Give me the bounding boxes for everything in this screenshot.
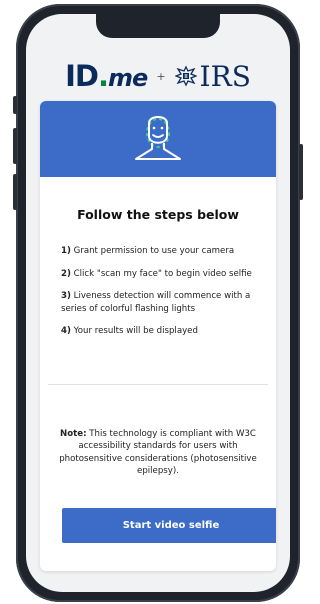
step-number: 3) — [61, 291, 71, 301]
logo-header: ID.me + IRS — [26, 58, 290, 94]
note-text: This technology is compliant with W3C ac… — [59, 428, 257, 477]
step-number: 1) — [61, 246, 71, 256]
phone-screen: ID.me + IRS Follow the steps below 1) Gr… — [26, 14, 290, 592]
steps-list: 1) Grant permission to use your camera 2… — [61, 245, 265, 348]
section-divider — [48, 384, 268, 385]
power-button — [299, 144, 303, 200]
mute-switch — [13, 96, 17, 114]
irs-eagle-icon — [174, 65, 197, 87]
idme-logo-dot: . — [98, 59, 109, 93]
step-number: 4) — [61, 326, 71, 336]
idme-logo: ID.me — [65, 59, 148, 93]
note-label: Note: — [60, 428, 87, 439]
step-text: Your results will be displayed — [73, 326, 198, 336]
step-number: 2) — [61, 268, 71, 279]
step-text: Liveness detection will commence with a … — [61, 291, 251, 314]
step-item: 3) Liveness detection will commence with… — [61, 290, 265, 315]
volume-up-button — [13, 128, 17, 164]
step-item: 2) Click "scan my face" to begin video s… — [61, 268, 265, 281]
logo-separator-plus: + — [156, 69, 166, 83]
selfie-instructions-card: Follow the steps below 1) Grant permissi… — [40, 101, 276, 571]
step-text: Grant permission to use your camera — [73, 246, 235, 256]
step-item: 4) Your results will be displayed — [61, 325, 265, 338]
volume-down-button — [13, 174, 17, 210]
idme-logo-me: me — [108, 64, 148, 92]
face-scan-icon — [135, 116, 181, 160]
accessibility-note: Note: This technology is compliant with … — [54, 428, 262, 478]
idme-logo-id: ID — [65, 59, 99, 93]
step-text: Click "scan my face" to begin video self… — [73, 268, 252, 279]
start-video-selfie-button[interactable]: Start video selfie — [62, 508, 276, 543]
step-item: 1) Grant permission to use your camera — [61, 245, 265, 258]
phone-notch — [96, 14, 220, 38]
header-banner — [40, 101, 276, 177]
irs-logo-text: IRS — [199, 59, 251, 93]
instructions-title: Follow the steps below — [77, 207, 239, 222]
irs-logo: IRS — [174, 59, 251, 93]
